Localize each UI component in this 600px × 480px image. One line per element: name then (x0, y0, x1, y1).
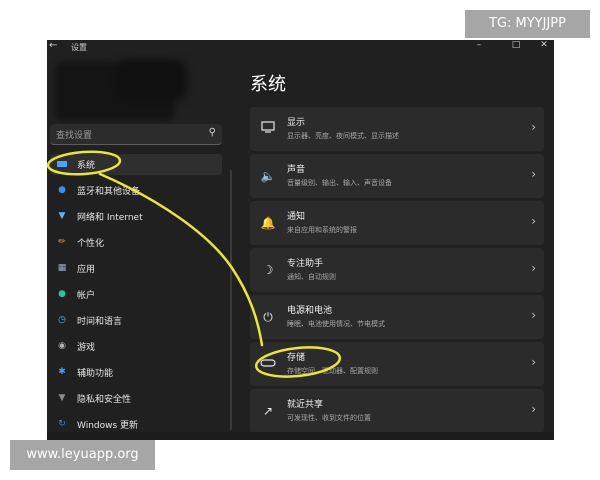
profile-area-blurred-2 (117, 60, 187, 100)
sidebar-item-label: 系统 (77, 161, 96, 171)
card-title: 电源和电池 (287, 306, 333, 316)
update-icon: ↻ (58, 419, 66, 429)
moon-icon: ☽ (262, 263, 274, 277)
sidebar-item-label: 游戏 (77, 343, 96, 353)
sidebar-item-label: 应用 (77, 265, 96, 275)
card-title: 专注助手 (287, 259, 324, 269)
display-icon (260, 121, 276, 137)
power-icon: ⏻ (263, 310, 273, 324)
gamepad-icon: ◉ (58, 341, 66, 351)
watermark-bottom-left: www.leyuapp.org (10, 440, 155, 470)
bell-icon: 🔔 (260, 216, 276, 230)
sidebar-item-label: 隐私和安全性 (77, 395, 132, 405)
card-focus-assist[interactable]: ☽ 专注助手 通知、自动规则 › (250, 248, 544, 292)
maximize-icon[interactable]: □ (508, 40, 524, 54)
shield-icon: ▼ (58, 393, 66, 403)
watermark-top-right: TG: MYYJJPP (465, 10, 590, 38)
sidebar-item-label: 个性化 (77, 239, 105, 249)
sidebar-item-system[interactable]: 系统 (50, 154, 222, 175)
sidebar-item-label: 辅助功能 (77, 369, 114, 379)
title-bar: ← 设置 – □ ✕ (47, 40, 554, 56)
card-subtitle: 来自应用和系统的警报 (287, 226, 357, 234)
card-power-battery[interactable]: ⏻ 电源和电池 睡眠、电池使用情况、节电模式 › (250, 295, 544, 339)
card-subtitle: 显示器、亮度、夜间模式、显示描述 (287, 132, 399, 140)
card-storage[interactable]: 存储 存储空间、驱动器、配置规则 › (250, 342, 544, 386)
sidebar-item-label: 帐户 (77, 291, 96, 301)
accessibility-icon: ✱ (58, 367, 66, 377)
search-icon: ⚲ (208, 127, 216, 138)
card-sound[interactable]: 🔈 声音 音量级别、输出、输入、声音设备 › (250, 154, 544, 198)
chevron-right-icon: › (531, 308, 536, 322)
card-subtitle: 存储空间、驱动器、配置规则 (287, 367, 378, 375)
card-subtitle: 睡眠、电池使用情况、节电模式 (287, 320, 385, 328)
person-icon: ● (58, 289, 66, 299)
sidebar-item-gaming[interactable]: ◉ 游戏 (50, 336, 222, 357)
share-icon: ↗ (262, 404, 274, 418)
chevron-right-icon: › (531, 214, 536, 228)
card-title: 声音 (287, 165, 306, 175)
sidebar-item-label: Windows 更新 (77, 421, 139, 431)
search-input[interactable]: 查找设置 ⚲ (50, 124, 222, 145)
card-title: 就近共享 (287, 400, 324, 410)
chevron-right-icon: › (531, 120, 536, 134)
chevron-right-icon: › (531, 167, 536, 181)
card-subtitle: 音量级别、输出、输入、声音设备 (287, 179, 392, 187)
card-display[interactable]: 显示 显示器、亮度、夜间模式、显示描述 › (250, 107, 544, 151)
sidebar-item-privacy[interactable]: ▼ 隐私和安全性 (50, 388, 222, 409)
sidebar-item-apps[interactable]: ▦ 应用 (50, 258, 222, 279)
chevron-right-icon: › (531, 355, 536, 369)
monitor-icon (56, 159, 68, 170)
settings-window: ← 设置 – □ ✕ 查找设置 ⚲ 系统 ● 蓝牙和其他设备 ▼ 网络和 Int… (47, 40, 554, 440)
back-arrow-icon[interactable]: ← (49, 40, 57, 51)
card-notifications[interactable]: 🔔 通知 来自应用和系统的警报 › (250, 201, 544, 245)
minimize-icon[interactable]: – (471, 40, 487, 54)
card-title: 存储 (287, 353, 306, 363)
sidebar-scrollbar[interactable] (230, 170, 232, 430)
sidebar-item-accounts[interactable]: ● 帐户 (50, 284, 222, 305)
card-title: 通知 (287, 212, 306, 222)
chevron-right-icon: › (531, 261, 536, 275)
sidebar-item-label: 蓝牙和其他设备 (77, 187, 141, 197)
card-nearby-sharing[interactable]: ↗ 就近共享 可发现性、收到文件的位置 › (250, 389, 544, 433)
card-subtitle: 通知、自动规则 (287, 273, 336, 281)
sidebar-item-personalization[interactable]: ✏ 个性化 (50, 232, 222, 253)
sidebar-item-network[interactable]: ▼ 网络和 Internet (50, 206, 222, 227)
sidebar-item-accessibility[interactable]: ✱ 辅助功能 (50, 362, 222, 383)
globe-clock-icon: ◷ (58, 315, 66, 325)
brush-icon: ✏ (58, 237, 66, 247)
chevron-right-icon: › (531, 402, 536, 416)
card-subtitle: 可发现性、收到文件的位置 (287, 414, 371, 422)
storage-icon (260, 356, 276, 372)
sidebar-item-time-language[interactable]: ◷ 时间和语言 (50, 310, 222, 331)
window-title: 设置 (71, 43, 87, 52)
sidebar-item-label: 时间和语言 (77, 317, 123, 327)
sidebar-item-bluetooth[interactable]: ● 蓝牙和其他设备 (50, 180, 222, 201)
sidebar-item-label: 网络和 Internet (77, 213, 143, 223)
wifi-icon: ▼ (58, 211, 66, 221)
bottom-edge (47, 432, 554, 440)
close-icon[interactable]: ✕ (536, 40, 552, 54)
speaker-icon: 🔈 (260, 169, 276, 183)
apps-icon: ▦ (57, 263, 67, 273)
page-title: 系统 (250, 74, 286, 95)
card-title: 显示 (287, 118, 306, 128)
bluetooth-icon: ● (58, 185, 66, 195)
search-placeholder: 查找设置 (56, 131, 93, 141)
